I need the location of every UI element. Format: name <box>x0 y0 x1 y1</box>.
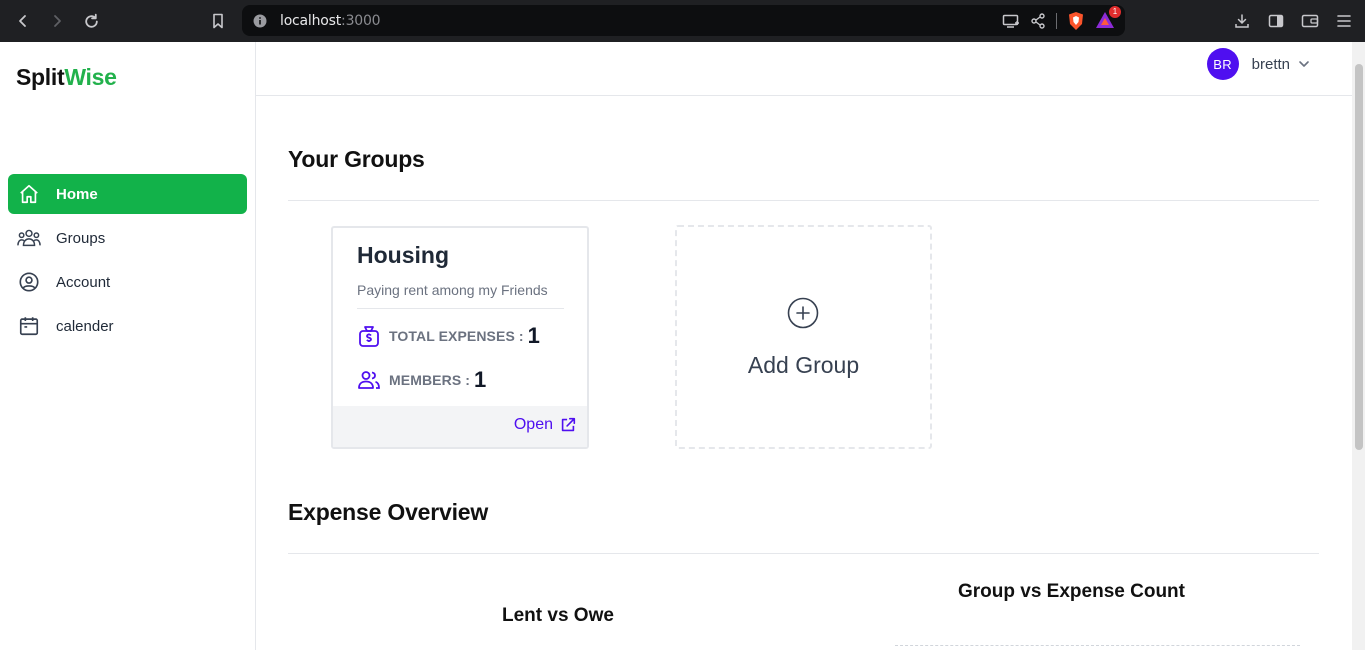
group-vs-expense-count-chart-title: Group vs Expense Count <box>958 581 1185 602</box>
sidebar-item-groups[interactable]: Groups <box>8 218 247 258</box>
sidebar-item-label: calender <box>56 317 114 335</box>
card-footer: Open <box>333 406 587 447</box>
download-icon[interactable] <box>1231 6 1253 36</box>
share-icon[interactable] <box>1030 12 1046 29</box>
lent-vs-owe-chart-title: Lent vs Owe <box>502 605 614 626</box>
site-info-icon[interactable] <box>253 14 267 28</box>
notification-badge: 1 <box>1109 5 1121 18</box>
url-text: localhost:3000 <box>280 12 381 29</box>
external-link-icon <box>561 417 576 432</box>
divider <box>288 200 1319 201</box>
sidebar: SplitWise Home Groups Account calender <box>0 42 256 650</box>
rewards-icon[interactable]: 1 <box>1095 5 1121 31</box>
group-name: Housing <box>357 242 449 268</box>
users-icon <box>17 226 41 250</box>
user-circle-icon <box>17 270 41 294</box>
add-group-label: Add Group <box>747 352 860 378</box>
bookmark-icon[interactable] <box>201 6 235 36</box>
group-card: Housing Paying rent among my Friends TOT… <box>331 226 589 449</box>
plus-circle-icon <box>787 297 819 329</box>
divider <box>357 308 564 309</box>
expense-overview-title: Expense Overview <box>288 499 489 525</box>
group-description: Paying rent among my Friends <box>357 282 548 298</box>
scrollbar-thumb[interactable] <box>1355 64 1363 450</box>
total-expenses-stat: TOTAL EXPENSES : 1 <box>357 323 540 349</box>
members-value: 1 <box>474 367 487 392</box>
open-group-link[interactable]: Open <box>514 416 577 434</box>
reload-icon[interactable] <box>74 6 108 36</box>
total-expenses-label: TOTAL EXPENSES : <box>389 328 524 344</box>
sidebar-item-label: Groups <box>56 229 106 247</box>
members-stat: MEMBERS : 1 <box>357 367 486 393</box>
address-bar[interactable]: localhost:3000 1 <box>242 5 1125 36</box>
username[interactable]: brettn <box>1252 56 1290 73</box>
browser-toolbar: localhost:3000 1 <box>0 0 1365 42</box>
money-bag-icon <box>359 326 379 347</box>
separator <box>1056 12 1057 29</box>
brave-shield-icon[interactable] <box>1067 11 1085 31</box>
sidebar-item-label: Home <box>56 185 98 203</box>
wallet-icon[interactable] <box>1299 6 1321 36</box>
top-bar: BR brettn <box>256 42 1352 96</box>
avatar[interactable]: BR <box>1206 48 1239 80</box>
scrollbar[interactable] <box>1352 42 1365 650</box>
menu-icon[interactable] <box>1333 6 1355 36</box>
sidebar-item-account[interactable]: Account <box>8 262 247 302</box>
open-link-label: Open <box>513 416 553 433</box>
calendar-icon <box>17 314 41 338</box>
back-icon[interactable] <box>6 6 40 36</box>
chart-gridline <box>895 645 1300 646</box>
cast-icon[interactable] <box>1002 13 1020 29</box>
chevron-down-icon[interactable] <box>1296 56 1312 72</box>
groups-section-title: Your Groups <box>288 146 425 172</box>
forward-icon[interactable] <box>40 6 74 36</box>
members-label: MEMBERS : <box>389 372 471 388</box>
members-icon <box>358 371 380 389</box>
add-group-card[interactable]: Add Group <box>675 225 932 449</box>
total-expenses-value: 1 <box>527 323 540 348</box>
brand-logo[interactable]: SplitWise <box>16 64 117 91</box>
sidebar-item-home[interactable]: Home <box>8 174 247 214</box>
sidebar-item-calender[interactable]: calender <box>8 306 247 346</box>
home-icon <box>17 182 41 206</box>
divider <box>288 553 1319 554</box>
sidebar-item-label: Account <box>56 273 111 291</box>
sidebar-toggle-icon[interactable] <box>1265 6 1287 36</box>
sidebar-nav: Home Groups Account calender <box>8 174 247 350</box>
user-menu[interactable]: BR brettn <box>1206 48 1312 80</box>
